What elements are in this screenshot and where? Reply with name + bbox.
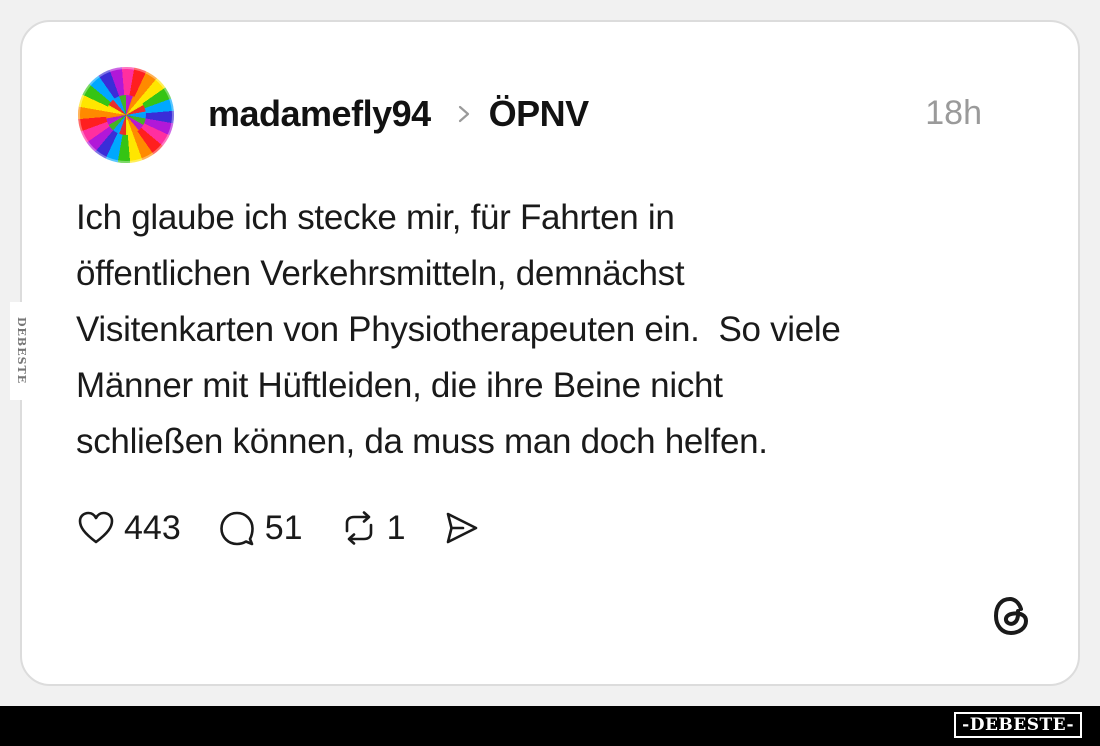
footer-watermark: -DEBESTE-: [954, 712, 1082, 738]
post-body-line: Ich glaube ich stecke mir, für Fahrten i…: [76, 198, 675, 237]
post-header: madamefly94 ÖPNV: [208, 92, 589, 136]
repost-count: 1: [386, 508, 406, 547]
username[interactable]: madamefly94: [208, 93, 431, 135]
footer-bar: -DEBESTE-: [0, 706, 1100, 746]
share-button[interactable]: [441, 508, 481, 548]
post-body-line: Visitenkarten von Physiotherapeuten ein.…: [76, 310, 841, 349]
heart-icon: [78, 511, 114, 544]
side-watermark: DEBESTE: [10, 302, 32, 400]
threads-logo-icon[interactable]: [990, 594, 1034, 638]
send-icon: [447, 512, 478, 544]
post-card: madamefly94 ÖPNV 18h Ich glaube ich stec…: [20, 20, 1080, 686]
action-bar: 443 51 1: [76, 506, 481, 550]
chevron-right-icon: [458, 105, 469, 123]
reply-count: 51: [264, 508, 303, 547]
post-body-line: schließen können, da muss man doch helfe…: [76, 422, 768, 461]
post-body: Ich glaube ich stecke mir, für Fahrten i…: [76, 190, 1016, 470]
comment-icon: [219, 511, 254, 546]
avatar[interactable]: [78, 67, 174, 163]
post-body-line: Männer mit Hüftleiden, die ihre Beine ni…: [76, 366, 723, 405]
repost-icon: [345, 511, 372, 545]
post-timestamp: 18h: [925, 94, 982, 132]
repost-button[interactable]: 1: [339, 508, 406, 548]
like-count: 443: [124, 508, 181, 547]
post-body-line: öffentlichen Verkehrsmitteln, demnächst: [76, 254, 685, 293]
like-button[interactable]: 443: [76, 508, 181, 548]
reply-button[interactable]: 51: [217, 508, 303, 548]
topic-tag[interactable]: ÖPNV: [489, 93, 590, 135]
